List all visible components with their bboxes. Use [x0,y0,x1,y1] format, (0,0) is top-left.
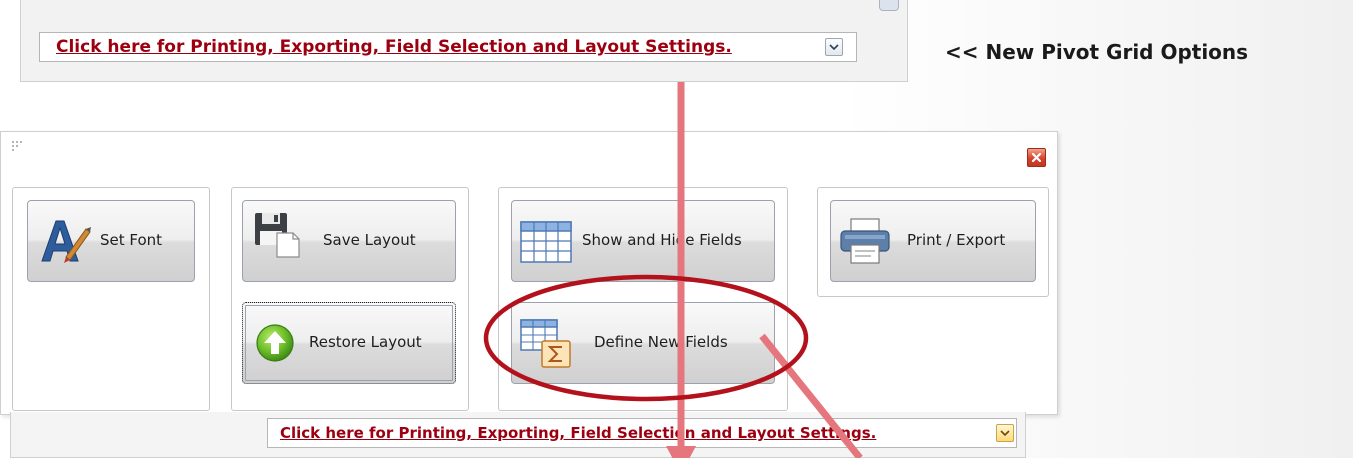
show-hide-fields-label: Show and Hide Fields [582,231,742,249]
sum-field-icon [520,319,571,368]
new-pivot-grid-options-annotation: << New Pivot Grid Options [945,40,1249,64]
print-group: Print / Export [817,187,1049,297]
save-layout-label: Save Layout [323,231,416,249]
layout-group: Save Layout Restore Layout [231,187,469,411]
print-export-label: Print / Export [907,231,1006,249]
define-new-fields-button[interactable]: Define New Fields [511,302,775,384]
top-pivot-grid-strip: Click here for Printing, Exporting, Fiel… [20,0,908,82]
font-group: Set Font [12,187,210,411]
define-new-fields-label: Define New Fields [594,333,728,351]
restore-icon [256,324,294,362]
print-export-button[interactable]: Print / Export [830,200,1036,282]
close-panel-button[interactable] [1027,148,1046,167]
top-settings-link[interactable]: Click here for Printing, Exporting, Fiel… [56,37,732,57]
bottom-settings-dropdown-button[interactable] [996,424,1014,442]
screenshot-page: Click here for Printing, Exporting, Fiel… [0,0,1353,458]
top-settings-link-bar: Click here for Printing, Exporting, Fiel… [39,32,857,62]
fields-group: Show and Hide Fields Define New Fields [498,187,788,411]
set-font-label: Set Font [100,231,163,249]
grid-icon [520,221,572,263]
pivot-grid-options-panel: Set Font Save Layout Restore Layout Show… [0,131,1058,415]
save-layout-button[interactable]: Save Layout [242,200,456,282]
bottom-pivot-grid-strip: Click here for Printing, Exporting, Fiel… [10,412,1026,458]
set-font-button[interactable]: Set Font [27,200,195,282]
save-icon [255,213,300,258]
scrollbar-stub[interactable] [879,0,899,11]
printer-icon [840,218,890,264]
bottom-settings-link-bar: Click here for Printing, Exporting, Fiel… [267,418,1017,448]
chevron-down-icon [829,44,839,51]
close-icon [1031,152,1042,163]
restore-layout-label: Restore Layout [309,333,422,351]
top-settings-dropdown-button[interactable] [825,38,843,56]
show-hide-fields-button[interactable]: Show and Hide Fields [511,200,775,282]
font-icon [41,220,91,263]
chevron-down-icon [1000,430,1010,437]
grip-icon[interactable] [11,140,25,154]
bottom-settings-link[interactable]: Click here for Printing, Exporting, Fiel… [280,424,876,442]
restore-layout-button[interactable]: Restore Layout [242,302,456,384]
